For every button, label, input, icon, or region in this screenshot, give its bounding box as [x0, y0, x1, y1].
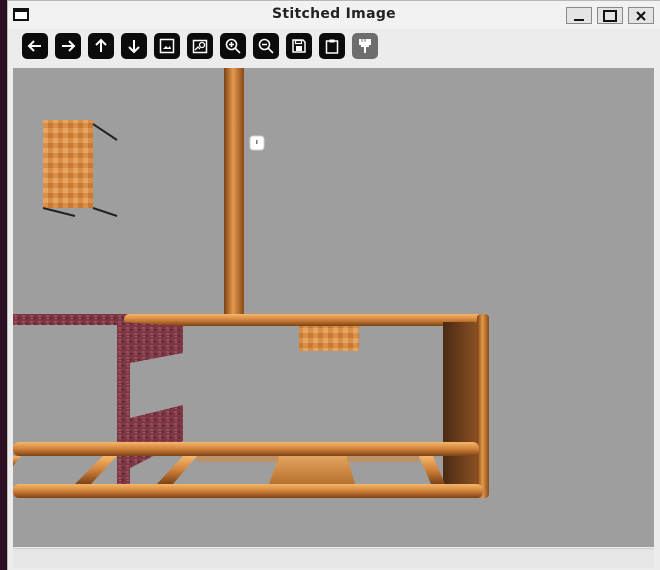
- right-wood-post: [477, 314, 489, 498]
- status-bar: [13, 548, 654, 568]
- image-search-icon: [192, 39, 208, 54]
- image-icon: [159, 38, 175, 54]
- stitched-scene-image: [13, 68, 489, 498]
- back-button[interactable]: [22, 33, 48, 59]
- up-button[interactable]: [88, 33, 114, 59]
- maximize-button[interactable]: [597, 7, 623, 24]
- clipboard-button[interactable]: [319, 33, 345, 59]
- image-search-button[interactable]: [187, 33, 213, 59]
- toolbar: [13, 29, 660, 67]
- zoom-in-icon: [225, 38, 241, 54]
- hanging-tile-right: [329, 326, 359, 351]
- floor-cross-rail-1: [75, 456, 117, 484]
- vertical-wood-pole: [224, 68, 244, 314]
- floor-cross-rail-3: [419, 456, 445, 484]
- window-title: Stitched Image: [272, 6, 396, 22]
- paint-brush-button[interactable]: [352, 33, 378, 59]
- floating-tile-panel: [43, 120, 93, 208]
- floor-cross-rail-2: [157, 456, 197, 484]
- brick-pillar: [117, 322, 130, 497]
- title-bar[interactable]: Stitched Image: [8, 1, 660, 29]
- close-icon: [636, 10, 646, 21]
- save-icon: [292, 39, 306, 53]
- floor-center-slab: [269, 456, 355, 484]
- floor-back-rail: [13, 442, 479, 456]
- image-button[interactable]: [154, 33, 180, 59]
- close-button[interactable]: [628, 7, 654, 24]
- zoom-in-button[interactable]: [220, 33, 246, 59]
- top-wood-beam: [124, 314, 489, 326]
- minimize-button[interactable]: [566, 7, 592, 24]
- arrow-down-icon: [128, 40, 140, 54]
- maximize-icon: [603, 9, 617, 22]
- stitched-image-window: Stitched Image: [7, 0, 660, 570]
- forward-button[interactable]: [55, 33, 81, 59]
- arrow-right-icon: [62, 40, 76, 52]
- brick-wall-lower: [130, 405, 183, 468]
- right-wood-panel: [443, 322, 479, 498]
- paint-brush-icon: [359, 39, 371, 53]
- canvas-right-edge: [654, 68, 660, 547]
- arrow-left-icon: [27, 40, 41, 52]
- clipboard-icon: [325, 39, 339, 54]
- arrow-up-icon: [95, 38, 107, 52]
- zoom-out-button[interactable]: [253, 33, 279, 59]
- brick-top-beam: [13, 314, 130, 325]
- floor-front-rail: [13, 484, 483, 498]
- zoom-out-icon: [258, 38, 274, 54]
- save-button[interactable]: [286, 33, 312, 59]
- stitched-image-canvas[interactable]: [13, 68, 654, 547]
- minimize-icon: [574, 18, 584, 21]
- down-button[interactable]: [121, 33, 147, 59]
- hanging-tile-left: [299, 326, 329, 351]
